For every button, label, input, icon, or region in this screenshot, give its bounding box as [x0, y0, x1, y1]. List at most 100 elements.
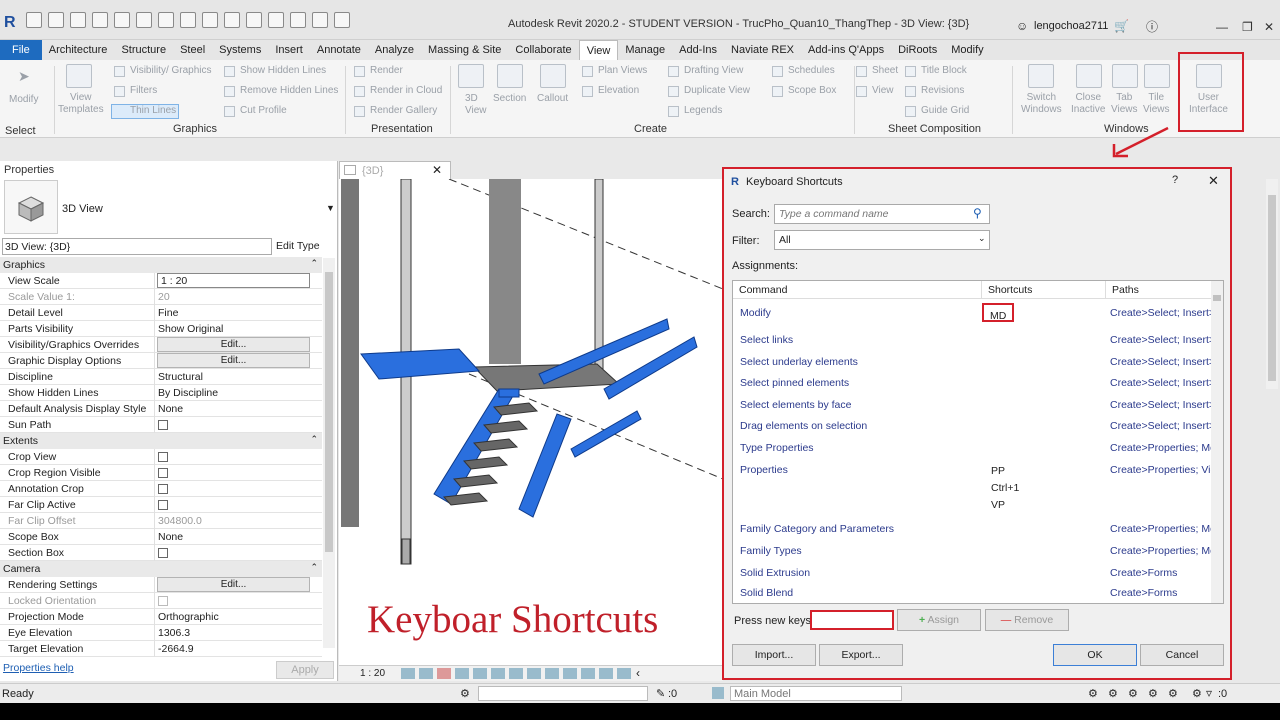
tab-massing-site[interactable]: Massing & Site: [421, 40, 508, 60]
close-inactive-icon[interactable]: [1076, 64, 1102, 88]
modify-button[interactable]: Modify: [9, 94, 38, 105]
dialog-help-button[interactable]: ?: [1172, 174, 1178, 186]
column-shortcuts[interactable]: Shortcuts: [982, 281, 1106, 299]
close-inactive-button[interactable]: Close Inactive: [1071, 92, 1105, 116]
filter-icon[interactable]: ▿: [1206, 686, 1212, 700]
sun-path-icon[interactable]: [437, 668, 451, 679]
cart-icon[interactable]: 🛒: [1114, 19, 1129, 33]
section-ribbon-icon[interactable]: [497, 64, 523, 88]
show-hidden-lines-button[interactable]: Show Hidden Lines: [240, 65, 326, 76]
view-tab[interactable]: {3D} ✕: [339, 161, 451, 179]
analytical-model-icon[interactable]: [563, 668, 577, 679]
type-selector-dropdown-icon[interactable]: ▼: [326, 203, 335, 213]
3d-view-ribbon-icon[interactable]: [458, 64, 484, 88]
shortcut-row[interactable]: Select elements by face Create>Select; In…: [733, 399, 1222, 419]
thin-lines-button[interactable]: Thin Lines: [130, 105, 176, 116]
render-button[interactable]: Render: [370, 65, 403, 76]
edit-button[interactable]: Edit...: [157, 337, 310, 352]
filters-button[interactable]: Filters: [130, 85, 157, 96]
close-window-button[interactable]: ✕: [1264, 20, 1274, 34]
view-templates-button[interactable]: View Templates: [58, 92, 104, 116]
drag-elements-icon[interactable]: ⚙: [1168, 687, 1178, 700]
shortcut-row[interactable]: Solid Blend Create>Forms: [733, 587, 1213, 603]
scope-box-button[interactable]: Scope Box: [788, 85, 836, 96]
shortcut-row[interactable]: Modify MD Create>Select; Insert>S: [733, 307, 1222, 327]
property-checkbox[interactable]: [158, 452, 168, 462]
export-button[interactable]: Export...: [819, 644, 903, 666]
duplicate-view-button[interactable]: Duplicate View: [684, 85, 750, 96]
property-value[interactable]: 1306.3: [158, 627, 190, 639]
assignments-scrollbar[interactable]: [1211, 281, 1223, 603]
property-checkbox[interactable]: [158, 484, 168, 494]
shortcut-row[interactable]: Select pinned elements Create>Select; Ins…: [733, 377, 1222, 397]
property-checkbox[interactable]: [158, 468, 168, 478]
plan-views-button[interactable]: Plan Views: [598, 65, 647, 76]
property-checkbox[interactable]: [158, 420, 168, 430]
lock-view-icon[interactable]: [509, 668, 523, 679]
property-value[interactable]: Structural: [158, 371, 203, 383]
worksharing-icon[interactable]: [617, 668, 631, 679]
property-value[interactable]: By Discipline: [158, 387, 218, 399]
group-graphics[interactable]: Graphics ⌃: [0, 257, 322, 273]
select-links-icon[interactable]: ⚙: [1088, 687, 1098, 700]
tab-architecture[interactable]: Architecture: [42, 40, 115, 60]
tab-systems[interactable]: Systems: [212, 40, 268, 60]
text-icon[interactable]: [224, 12, 240, 28]
property-checkbox[interactable]: [158, 500, 168, 510]
tab-views-icon[interactable]: [1112, 64, 1138, 88]
dimension-icon[interactable]: [202, 12, 218, 28]
switch-windows-button[interactable]: Switch Windows: [1021, 92, 1062, 116]
assign-button[interactable]: + Assign: [897, 609, 981, 631]
3d-view-icon[interactable]: [246, 12, 262, 28]
group-camera[interactable]: Camera ⌃: [0, 561, 322, 577]
tab-views-button[interactable]: Tab Views: [1111, 92, 1138, 116]
press-new-keys-input[interactable]: [810, 610, 894, 630]
property-value[interactable]: Fine: [158, 307, 178, 319]
cursor-icon[interactable]: ➤: [18, 68, 30, 85]
select-dropdown[interactable]: Select: [5, 125, 36, 137]
property-value[interactable]: Show Original: [158, 323, 223, 335]
property-value[interactable]: 304800.0: [158, 515, 202, 527]
property-value[interactable]: 1 : 20: [157, 273, 310, 288]
reveal-hidden-icon[interactable]: [545, 668, 559, 679]
remove-hidden-lines-button[interactable]: Remove Hidden Lines: [240, 85, 338, 96]
property-value[interactable]: None: [158, 403, 183, 415]
open-folder-icon[interactable]: [48, 12, 64, 28]
visibility-graphics-button[interactable]: Visibility/ Graphics: [130, 65, 212, 76]
sync-icon[interactable]: [92, 12, 108, 28]
cancel-button[interactable]: Cancel: [1140, 644, 1224, 666]
shortcut-row[interactable]: Select links Create>Select; Insert>S: [733, 334, 1222, 354]
collapse-icon[interactable]: ⌃: [310, 562, 318, 573]
highlight-displacement-icon[interactable]: [581, 668, 595, 679]
undo-icon[interactable]: [114, 12, 130, 28]
background-processes-icon[interactable]: ⚙: [1192, 687, 1202, 700]
editing-requests-icon[interactable]: ✎: [656, 687, 665, 700]
detail-level-icon[interactable]: [401, 668, 415, 679]
tab-analyze[interactable]: Analyze: [368, 40, 421, 60]
tab-insert[interactable]: Insert: [268, 40, 310, 60]
collapse-icon[interactable]: ⌃: [310, 258, 318, 269]
shortcut-row[interactable]: Family Types Create>Properties; Mo: [733, 545, 1216, 565]
tab-naviate-rex[interactable]: Naviate REX: [724, 40, 801, 60]
render-gallery-button[interactable]: Render Gallery: [370, 105, 437, 116]
workset-select[interactable]: [478, 686, 648, 701]
render-in-cloud-button[interactable]: Render in Cloud: [370, 85, 442, 96]
view-button[interactable]: View: [872, 85, 894, 96]
tab-steel[interactable]: Steel: [173, 40, 212, 60]
dialog-close-button[interactable]: ✕: [1208, 173, 1219, 189]
user-name[interactable]: lengochoa2711: [1034, 20, 1108, 32]
remove-button[interactable]: — Remove: [985, 609, 1069, 631]
view-instance-selector[interactable]: 3D View: {3D}: [2, 238, 272, 255]
search-icon[interactable]: ⚲: [973, 206, 982, 220]
select-pinned-icon[interactable]: ⚙: [1128, 687, 1138, 700]
view-templates-icon[interactable]: [66, 64, 92, 88]
drafting-view-button[interactable]: Drafting View: [684, 65, 743, 76]
view-tab-close-icon[interactable]: ✕: [432, 163, 442, 177]
chevron-left-icon[interactable]: ‹: [636, 666, 640, 680]
section-icon[interactable]: [268, 12, 284, 28]
callout-button[interactable]: Callout: [537, 93, 568, 104]
properties-help-link[interactable]: Properties help: [3, 662, 74, 674]
viewport-scroll-thumb[interactable]: [1268, 195, 1276, 381]
select-by-face-icon[interactable]: ⚙: [1148, 687, 1158, 700]
show-crop-icon[interactable]: [491, 668, 505, 679]
